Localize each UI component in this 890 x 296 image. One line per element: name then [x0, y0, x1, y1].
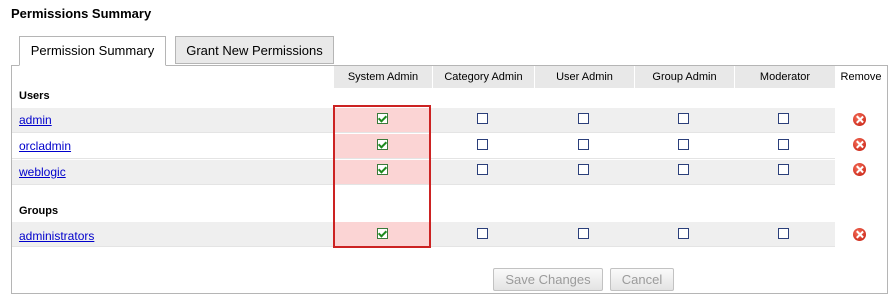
checkbox-admin-user-admin[interactable]	[578, 113, 589, 124]
checkbox-admin-moderator[interactable]	[778, 113, 789, 124]
column-header-moderator: Moderator	[734, 66, 835, 88]
checkbox-orcladmin-moderator[interactable]	[778, 139, 789, 150]
checkbox-admin-system-admin[interactable]	[377, 113, 388, 124]
checkbox-administrators-category-admin[interactable]	[477, 228, 488, 239]
group-link-administrators[interactable]: administrators	[19, 229, 94, 243]
cancel-button[interactable]: Cancel	[610, 268, 674, 291]
user-link-orcladmin[interactable]: orcladmin	[19, 139, 71, 153]
save-changes-button[interactable]: Save Changes	[493, 268, 603, 291]
checkbox-orcladmin-system-admin[interactable]	[377, 139, 388, 150]
tab-grant-new-permissions[interactable]: Grant New Permissions	[175, 36, 334, 64]
column-header-group-admin: Group Admin	[634, 66, 734, 88]
column-header-remove: Remove	[840, 71, 882, 83]
checkbox-weblogic-system-admin[interactable]	[377, 164, 388, 175]
checkbox-administrators-group-admin[interactable]	[678, 228, 689, 239]
checkbox-orcladmin-user-admin[interactable]	[578, 139, 589, 150]
page-title: Permissions Summary	[11, 6, 152, 21]
remove-icon-orcladmin[interactable]	[853, 138, 866, 151]
checkbox-weblogic-group-admin[interactable]	[678, 164, 689, 175]
remove-icon-weblogic[interactable]	[853, 163, 866, 176]
column-header-category-admin: Category Admin	[432, 66, 534, 88]
checkbox-administrators-moderator[interactable]	[778, 228, 789, 239]
checkbox-weblogic-user-admin[interactable]	[578, 164, 589, 175]
checkbox-admin-group-admin[interactable]	[678, 113, 689, 124]
checkbox-admin-category-admin[interactable]	[477, 113, 488, 124]
checkbox-orcladmin-category-admin[interactable]	[477, 139, 488, 150]
checkbox-weblogic-category-admin[interactable]	[477, 164, 488, 175]
section-label-groups: Groups	[19, 205, 59, 217]
user-link-weblogic[interactable]: weblogic	[19, 165, 66, 179]
checkbox-administrators-user-admin[interactable]	[578, 228, 589, 239]
remove-icon-administrators[interactable]	[853, 228, 866, 241]
checkbox-administrators-system-admin[interactable]	[377, 228, 388, 239]
section-label-users: Users	[19, 90, 50, 102]
remove-icon-admin[interactable]	[853, 113, 866, 126]
checkbox-orcladmin-group-admin[interactable]	[678, 139, 689, 150]
user-link-admin[interactable]: admin	[19, 113, 52, 127]
column-header-system-admin: System Admin	[334, 66, 432, 88]
checkbox-weblogic-moderator[interactable]	[778, 164, 789, 175]
tab-permission-summary[interactable]: Permission Summary	[19, 36, 166, 66]
column-header-user-admin: User Admin	[534, 66, 634, 88]
